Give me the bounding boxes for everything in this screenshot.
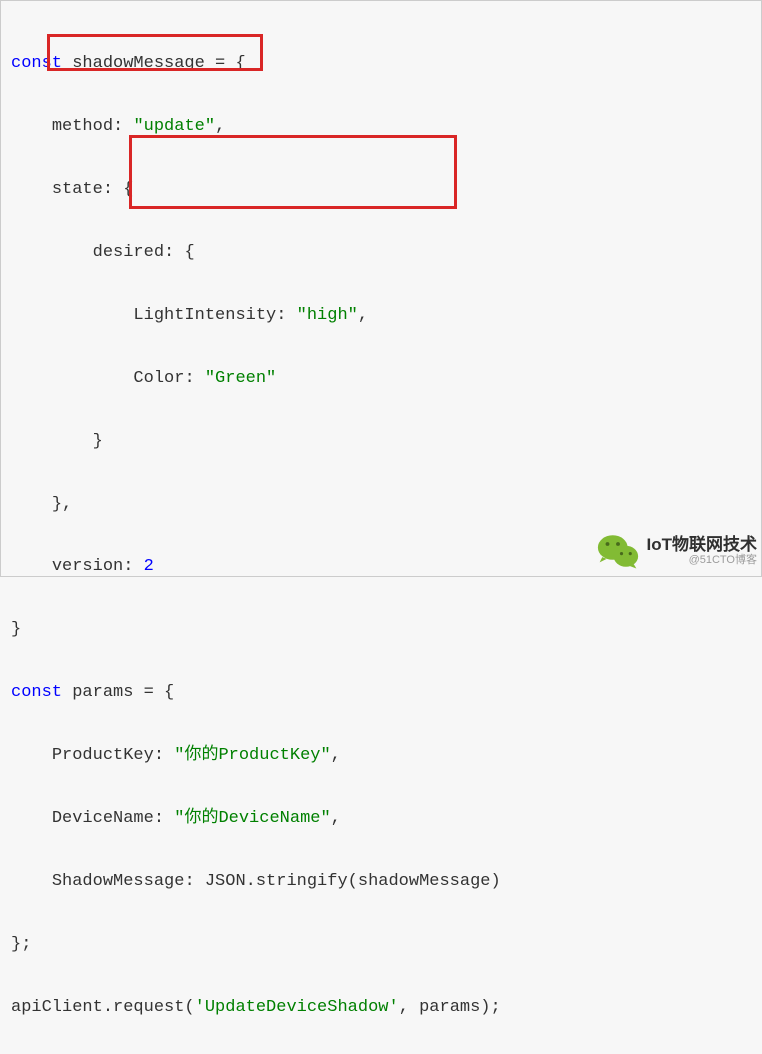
code-line: const params = {: [11, 677, 751, 708]
brace-open: {: [235, 54, 245, 73]
colon: :: [123, 557, 143, 576]
code-line: const shadowMessage = {: [11, 48, 751, 79]
string-literal: "Green": [205, 369, 276, 388]
property: version: [52, 557, 123, 576]
string-literal: 'UpdateDeviceShadow': [195, 998, 399, 1017]
watermark-title: IoT物联网技术: [647, 536, 758, 555]
code-line: method: "update",: [11, 111, 751, 142]
brace-close: }: [11, 620, 21, 639]
indent: [11, 495, 52, 514]
watermark-text: IoT物联网技术 @51CTO博客: [647, 536, 758, 567]
property: Color: [133, 369, 184, 388]
identifier: shadowMessage: [62, 54, 215, 73]
indent: [11, 180, 52, 199]
semicolon: ;: [21, 935, 31, 954]
colon: :: [184, 369, 204, 388]
brace-open: {: [123, 180, 133, 199]
equals: =: [144, 683, 164, 702]
code-line: LightIntensity: "high",: [11, 300, 751, 331]
indent: [11, 746, 52, 765]
colon: :: [103, 180, 123, 199]
string-literal: "high": [297, 306, 358, 325]
code-line: state: {: [11, 174, 751, 205]
indent: [11, 117, 52, 136]
brace-close: }: [93, 432, 103, 451]
property: ProductKey: [52, 746, 154, 765]
code-line: ShadowMessage: JSON.stringify(shadowMess…: [11, 866, 751, 897]
property: desired: [93, 243, 164, 262]
colon: :: [154, 809, 174, 828]
number-literal: 2: [144, 557, 154, 576]
watermark-subtitle: @51CTO博客: [647, 554, 758, 566]
brace-close: }: [11, 935, 21, 954]
indent: [11, 557, 52, 576]
brace-close: }: [52, 495, 62, 514]
comma: ,: [331, 746, 341, 765]
brace-open: {: [184, 243, 194, 262]
code-line: }: [11, 426, 751, 457]
keyword-const: const: [11, 683, 62, 702]
comma: ,: [358, 306, 368, 325]
comma: ,: [215, 117, 225, 136]
code-line: };: [11, 929, 751, 960]
indent: [11, 243, 93, 262]
brace-open: {: [164, 683, 174, 702]
code-line: apiClient.request('UpdateDeviceShadow', …: [11, 992, 751, 1023]
keyword-const: const: [11, 54, 62, 73]
wechat-icon: [597, 532, 639, 570]
code-line: ProductKey: "你的ProductKey",: [11, 740, 751, 771]
indent: [11, 809, 52, 828]
property: ShadowMessage: [52, 872, 185, 891]
string-literal: "你的DeviceName": [174, 809, 330, 828]
colon: :: [276, 306, 296, 325]
indent: [11, 306, 133, 325]
property: state: [52, 180, 103, 199]
string-literal: "你的ProductKey": [174, 746, 330, 765]
method-call: JSON.stringify(shadowMessage): [205, 872, 501, 891]
string-literal: "update": [133, 117, 215, 136]
method-call-end: , params);: [399, 998, 501, 1017]
colon: :: [113, 117, 133, 136]
property: DeviceName: [52, 809, 154, 828]
indent: [11, 369, 133, 388]
code-line: desired: {: [11, 237, 751, 268]
indent: [11, 872, 52, 891]
colon: :: [154, 746, 174, 765]
property: LightIntensity: [133, 306, 276, 325]
code-line: DeviceName: "你的DeviceName",: [11, 803, 751, 834]
colon: :: [164, 243, 184, 262]
comma: ,: [62, 495, 72, 514]
watermark: IoT物联网技术 @51CTO博客: [597, 532, 758, 570]
comma: ,: [331, 809, 341, 828]
code-line: }: [11, 614, 751, 645]
indent: [11, 432, 93, 451]
colon: :: [184, 872, 204, 891]
code-line: Color: "Green": [11, 363, 751, 394]
code-line: },: [11, 489, 751, 520]
equals: =: [215, 54, 235, 73]
property: method: [52, 117, 113, 136]
identifier: params: [62, 683, 144, 702]
method-call: apiClient.request(: [11, 998, 195, 1017]
